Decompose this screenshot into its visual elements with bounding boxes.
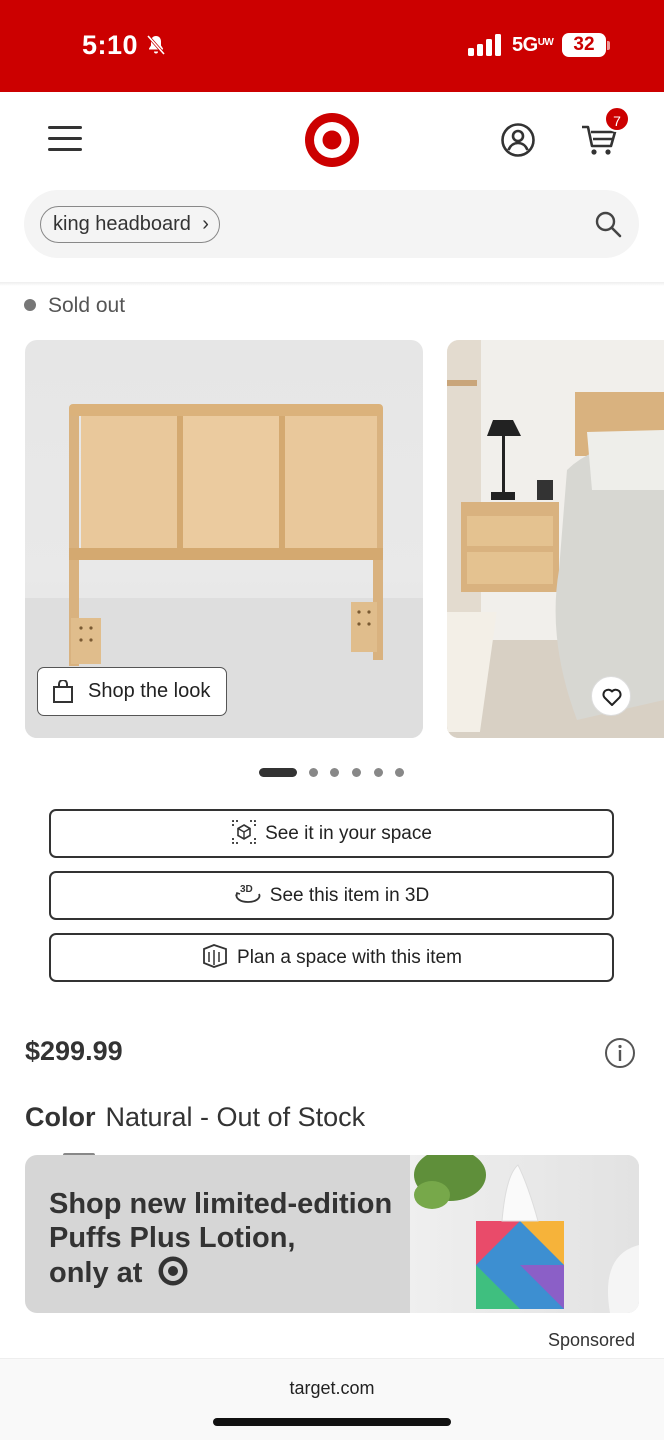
see-in-3d-button[interactable]: 3D See this item in 3D [49,871,614,920]
shop-the-look-label: Shop the look [88,680,211,702]
ad-line-1: Shop new limited-edition [49,1188,393,1220]
browser-bottom-bar [0,1358,664,1440]
plan-a-space-button[interactable]: Plan a space with this item [49,933,614,982]
search-query-chip[interactable]: king headboard › [40,206,220,243]
3d-rotate-icon: 3D [235,884,261,904]
ad-product-photo [410,1155,639,1313]
target-logo-small [158,1256,188,1286]
cart-count-badge: 7 [604,106,630,132]
availability-status: Sold out [24,294,125,320]
status-dot [24,299,36,311]
battery-cap [607,41,610,50]
target-logo[interactable] [304,112,360,168]
ad-line-3: only at [49,1255,419,1290]
carousel-dot-active[interactable] [259,768,297,777]
svg-text:3D: 3D [240,884,253,895]
chevron-right-icon: › [202,213,209,235]
battery-level: 32 [562,33,606,57]
shop-the-look-button[interactable]: Shop the look [37,667,227,716]
shopping-bag-icon [53,680,73,703]
carousel-dot[interactable] [352,768,361,777]
header-divider [0,282,664,286]
account-icon[interactable] [500,122,536,158]
favorite-button[interactable] [591,676,631,716]
plan-a-space-label: Plan a space with this item [237,947,462,968]
search-query-text: king headboard [53,213,191,235]
hamburger-menu-icon[interactable] [48,126,82,152]
ad-line-2: Puffs Plus Lotion, [49,1222,296,1254]
browser-url[interactable]: target.com [0,1378,664,1399]
carousel-dot[interactable] [374,768,383,777]
see-in-your-space-button[interactable]: See it in your space [49,809,614,858]
sponsored-label: Sponsored [548,1330,636,1350]
color-label: Color [25,1102,96,1132]
info-icon[interactable] [604,1037,636,1069]
see-in-your-space-label: See it in your space [265,823,432,844]
network-type: 5GUW [512,34,554,56]
status-time: 5:10 [82,30,139,60]
search-icon[interactable] [594,210,622,238]
home-indicator[interactable] [213,1418,451,1426]
see-in-3d-label: See this item in 3D [269,885,430,906]
ad-headline: Shop new limited-edition Puffs Plus Loti… [49,1187,419,1290]
signal-bars-icon [468,34,501,56]
room-plan-icon [203,944,227,969]
color-selection: Color Natural - Out of Stock [25,1102,365,1133]
heart-icon [602,688,622,706]
status-bar: 5:10 5GUW 32 [0,0,664,92]
ar-cube-icon [232,820,256,845]
carousel-dot[interactable] [330,768,339,777]
carousel-dot[interactable] [395,768,404,777]
product-price: $299.99 [25,1036,123,1066]
bell-muted-icon [146,35,166,55]
color-value: Natural - Out of Stock [105,1102,366,1132]
sponsored-ad-banner[interactable]: Shop new limited-edition Puffs Plus Loti… [25,1155,639,1313]
carousel-dot[interactable] [309,768,318,777]
